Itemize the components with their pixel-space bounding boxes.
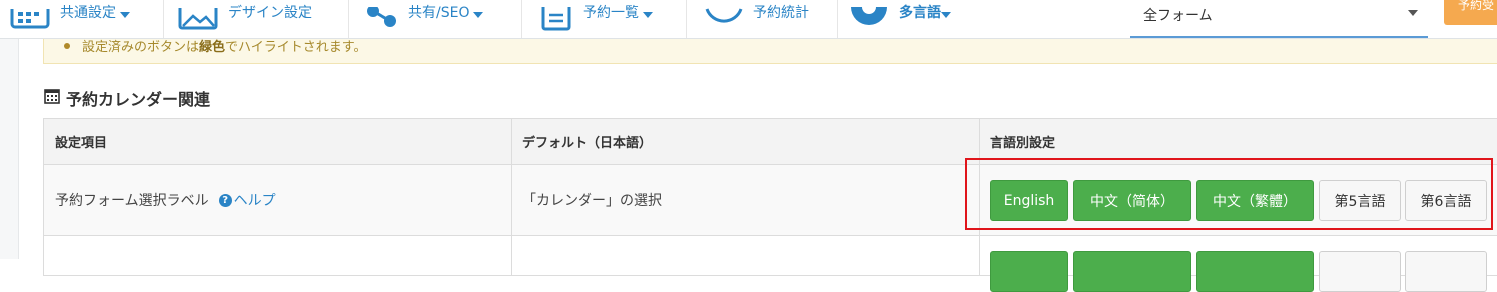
default-value-cell: 「カレンダー」の選択 <box>511 165 979 235</box>
table-row <box>43 236 1497 292</box>
nav-divider <box>521 0 522 38</box>
nav-divider <box>686 0 687 38</box>
calendar-grid-icon <box>10 9 50 29</box>
lang-button-english[interactable] <box>990 251 1068 292</box>
table-header-row: 設定項目 デフォルト（日本語） 言語別設定 <box>43 119 1497 165</box>
nav-divider <box>163 0 164 38</box>
chevron-down-icon <box>120 3 130 22</box>
nav-label-stats: 予約統計 <box>753 5 809 21</box>
chevron-down-icon <box>473 3 484 22</box>
nav-label-multilingual: 多言語 <box>899 5 941 21</box>
bullet-icon <box>64 43 70 49</box>
language-settings-cell: English 中文（简体） 中文（繁體） 第5言語 第6言語 <box>979 165 1497 235</box>
lang-button-chinese-traditional[interactable] <box>1196 251 1314 292</box>
nav-share-seo[interactable]: 共有/SEO <box>364 0 484 38</box>
setting-item-cell <box>43 236 511 275</box>
top-navigation: 共通設定 デザイン設定 共有/SEO 予約一覧 予約統計 多言語 全フォーム 予… <box>0 0 1497 39</box>
setting-item-label: 予約フォーム選択ラベル <box>55 193 209 209</box>
language-settings-cell <box>979 236 1497 292</box>
chevron-down-icon <box>1408 1 1418 20</box>
settings-table: 設定項目 デフォルト（日本語） 言語別設定 予約フォーム選択ラベル ? ヘルプ … <box>43 118 1497 292</box>
image-icon <box>178 8 218 30</box>
help-link[interactable]: ? ヘルプ <box>218 190 276 210</box>
nav-label-share: 共有/SEO <box>408 5 470 21</box>
lang-button-lang5[interactable] <box>1319 251 1401 292</box>
question-icon: ? <box>218 193 232 207</box>
refresh-icon <box>703 7 743 31</box>
nav-common-settings[interactable]: 共通設定 <box>10 0 130 38</box>
header-setting-item: 設定項目 <box>43 119 511 164</box>
nav-label-design: デザイン設定 <box>228 5 312 21</box>
lang-button-chinese-traditional[interactable]: 中文（繁體） <box>1196 180 1314 221</box>
form-select-value: 全フォーム <box>1143 8 1213 24</box>
lang-button-lang5[interactable]: 第5言語 <box>1319 180 1401 221</box>
lang-button-chinese-simplified[interactable] <box>1073 251 1191 292</box>
section-heading: 予約カレンダー関連 <box>44 86 210 110</box>
help-link-label: ヘルプ <box>233 193 276 209</box>
highlight-notice: 設定済みのボタンは緑色でハイライトされます。 <box>43 39 1497 64</box>
nav-reservation-stats[interactable]: 予約統計 <box>703 0 809 38</box>
lang-button-chinese-simplified[interactable]: 中文（简体） <box>1073 180 1191 221</box>
nav-divider <box>348 0 349 38</box>
left-gutter <box>0 39 19 259</box>
document-list-icon <box>541 7 573 31</box>
nav-divider <box>837 0 838 38</box>
nav-multilingual[interactable]: 多言語 <box>849 0 951 38</box>
reservation-button[interactable]: 予約受 <box>1444 0 1497 25</box>
lang-button-lang6[interactable]: 第6言語 <box>1405 180 1487 221</box>
notice-text: 設定済みのボタンは緑色でハイライトされます。 <box>82 40 367 55</box>
share-icon <box>364 7 398 31</box>
header-default: デフォルト（日本語） <box>511 119 979 164</box>
lang-button-lang6[interactable] <box>1405 251 1487 292</box>
nav-label-list: 予約一覧 <box>583 5 639 21</box>
nav-label-common: 共通設定 <box>60 5 116 21</box>
chevron-down-icon <box>643 3 653 22</box>
default-value: 「カレンダー」の選択 <box>522 193 662 209</box>
gear-icon <box>849 7 889 31</box>
chevron-down-icon <box>941 3 951 22</box>
header-language-settings: 言語別設定 <box>979 119 1497 164</box>
lang-button-english[interactable]: English <box>990 180 1068 221</box>
form-select-dropdown[interactable]: 全フォーム <box>1130 0 1428 38</box>
nav-design-settings[interactable]: デザイン設定 <box>178 0 312 38</box>
section-title: 予約カレンダー関連 <box>66 90 211 109</box>
setting-item-cell: 予約フォーム選択ラベル ? ヘルプ <box>43 165 511 235</box>
default-value-cell <box>511 236 979 275</box>
table-row: 予約フォーム選択ラベル ? ヘルプ 「カレンダー」の選択 English 中文（… <box>43 165 1497 236</box>
calendar-icon <box>44 88 60 108</box>
nav-reservation-list[interactable]: 予約一覧 <box>541 0 653 38</box>
reservation-button-label: 予約受 <box>1458 0 1495 12</box>
